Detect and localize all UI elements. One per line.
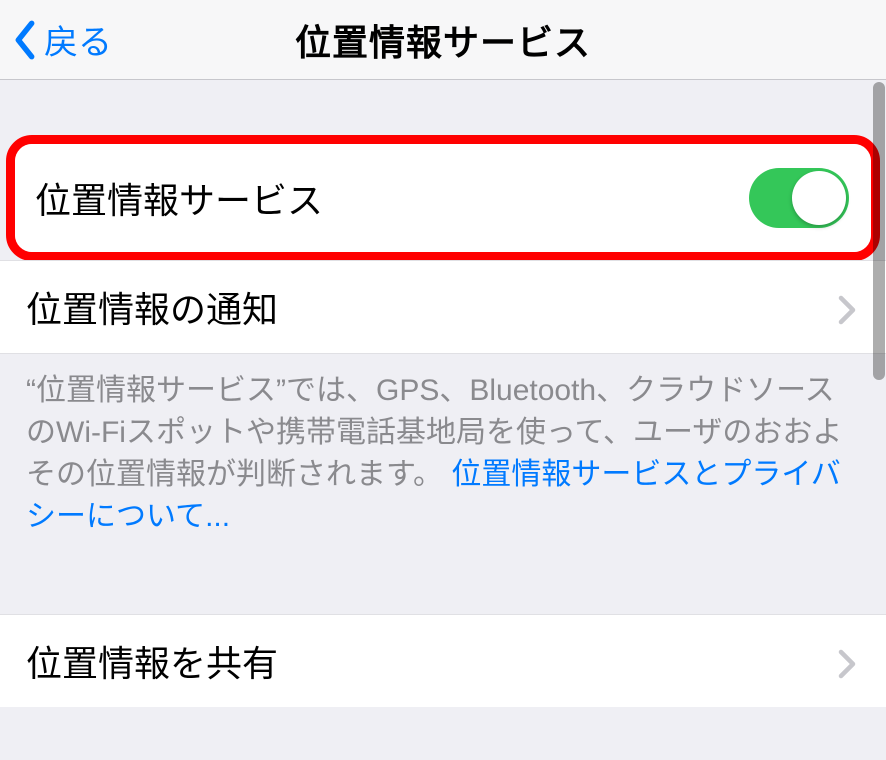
navigation-bar: 戻る 位置情報サービス bbox=[0, 0, 886, 80]
location-services-toggle[interactable] bbox=[749, 168, 849, 228]
scrollbar-thumb[interactable] bbox=[873, 82, 885, 380]
scrollbar-track bbox=[872, 82, 886, 760]
chevron-right-icon bbox=[838, 292, 856, 322]
location-services-description: “位置情報サービス”では、GPS、Bluetooth、クラウドソースのWi-Fi… bbox=[0, 354, 886, 554]
back-button[interactable]: 戻る bbox=[0, 15, 112, 64]
share-location-label: 位置情報を共有 bbox=[26, 635, 278, 687]
location-services-row[interactable]: 位置情報サービス bbox=[15, 144, 871, 252]
toggle-knob bbox=[792, 171, 846, 225]
location-services-label: 位置情報サービス bbox=[35, 172, 323, 224]
location-alerts-label: 位置情報の通知 bbox=[26, 281, 278, 333]
settings-screen: 戻る 位置情報サービス 位置情報サービス 位置情報の通知 “位置情報サービス”で… bbox=[0, 0, 886, 760]
back-label: 戻る bbox=[44, 15, 112, 64]
chevron-left-icon bbox=[12, 20, 38, 60]
chevron-right-icon bbox=[838, 646, 856, 676]
share-location-row[interactable]: 位置情報を共有 bbox=[0, 614, 886, 707]
highlighted-row-border: 位置情報サービス bbox=[6, 135, 880, 261]
page-title: 位置情報サービス bbox=[295, 14, 591, 66]
section-spacer bbox=[0, 80, 886, 135]
location-alerts-row[interactable]: 位置情報の通知 bbox=[0, 260, 886, 354]
